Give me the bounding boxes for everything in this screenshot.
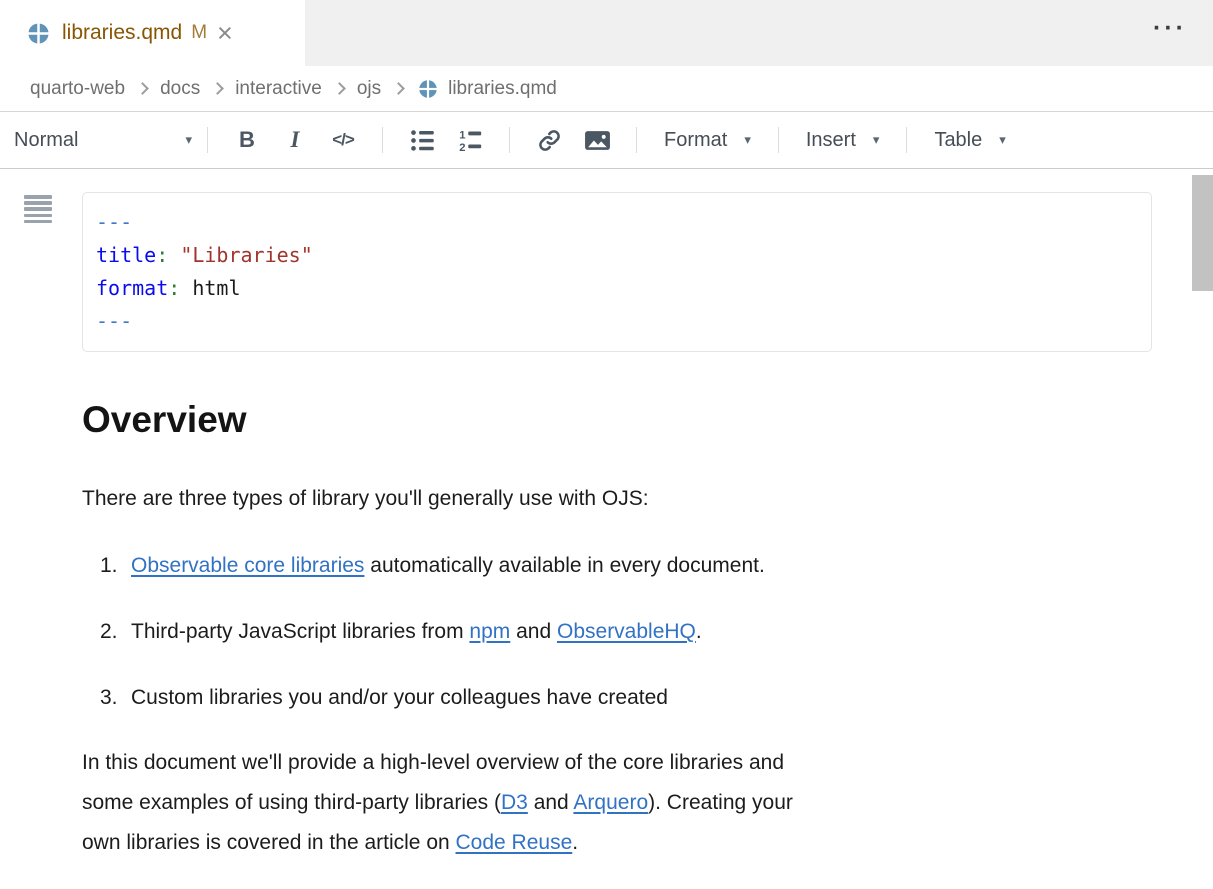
link-observablehq[interactable]: ObservableHQ	[557, 620, 696, 643]
chevron-down-icon: ▾	[185, 132, 192, 148]
breadcrumb: quarto-web docs interactive ojs libraries.qm…	[0, 66, 1213, 112]
editor-window: libraries.qmd M × ··· quarto-web docs inte…	[0, 0, 1213, 889]
paragraph-line: own libraries is covered in the article …	[82, 823, 1131, 863]
text-run: own libraries is covered in the article …	[82, 831, 456, 854]
code-line: ---	[96, 206, 1151, 239]
block-drag-handle-icon[interactable]	[24, 195, 52, 226]
modified-badge: M	[191, 22, 207, 44]
paragraph-style-select[interactable]: Normal ▾	[14, 129, 192, 152]
paragraph-line: some examples of using third-party libra…	[82, 783, 1131, 823]
toolbar-separator	[382, 127, 383, 153]
insert-menu[interactable]: Insert ▾	[806, 129, 880, 152]
list-item-number: 3.	[100, 684, 131, 712]
list-item-number: 1.	[100, 552, 131, 580]
breadcrumb-item-docs[interactable]: docs	[160, 78, 200, 100]
breadcrumb-item-libraries-qmd[interactable]: libraries.qmd	[448, 78, 557, 100]
toolbar-separator	[778, 127, 779, 153]
bullet-list-button[interactable]	[406, 127, 438, 154]
image-icon	[583, 128, 612, 153]
numbered-list: 1.Observable core libraries automaticall…	[0, 552, 1213, 712]
list-item: 3.Custom libraries you and/or your colle…	[100, 684, 1213, 712]
text-run: some examples of using third-party libra…	[82, 791, 501, 814]
inline-code-button[interactable]: </>	[327, 130, 359, 150]
chevron-right-icon	[333, 82, 346, 95]
paragraph-style-value: Normal	[14, 129, 78, 152]
list-item: 1.Observable core libraries automaticall…	[100, 552, 1213, 580]
toolbar-separator	[636, 127, 637, 153]
breadcrumb-item-ojs[interactable]: ojs	[357, 78, 381, 100]
list-item: 2.Third-party JavaScript libraries from …	[100, 618, 1213, 646]
closing-paragraph: In this document we'll provide a high-le…	[82, 743, 1131, 863]
link-arquero[interactable]: Arquero	[573, 791, 648, 814]
insert-image-button[interactable]	[581, 128, 613, 153]
vertical-scrollbar-thumb[interactable]	[1192, 175, 1213, 291]
text-run: ). Creating your	[648, 791, 793, 814]
bold-button[interactable]: B	[231, 127, 263, 153]
toolbar-separator	[509, 127, 510, 153]
svg-text:2: 2	[459, 142, 465, 154]
breadcrumb-item-quarto-web[interactable]: quarto-web	[30, 78, 125, 100]
formatting-toolbar: Normal ▾ B I </> 1 2	[0, 112, 1213, 169]
link-code-reuse[interactable]: Code Reuse	[456, 831, 573, 854]
numbered-list-button[interactable]: 1 2	[454, 127, 486, 154]
quarto-icon	[27, 22, 50, 45]
chevron-right-icon	[392, 82, 405, 95]
text-run: Third-party JavaScript libraries from	[131, 620, 469, 643]
toolbar-separator	[906, 127, 907, 153]
text-run: In this document we'll provide a high-le…	[82, 751, 784, 774]
yaml-front-matter-block[interactable]: ---title: "Libraries"format: html---	[82, 192, 1152, 352]
chevron-right-icon	[136, 82, 149, 95]
breadcrumb-item-interactive[interactable]: interactive	[235, 78, 322, 100]
insert-link-button[interactable]	[533, 127, 565, 154]
code-line: title: "Libraries"	[96, 239, 1151, 272]
visual-editor-content[interactable]: ---title: "Libraries"format: html--- Ove…	[0, 169, 1213, 887]
tab-filename: libraries.qmd	[62, 21, 182, 45]
insert-menu-label: Insert	[806, 129, 856, 152]
list-item-number: 2.	[100, 618, 131, 646]
more-actions-icon[interactable]: ···	[1153, 14, 1187, 43]
quarto-icon	[418, 79, 438, 99]
format-menu[interactable]: Format ▾	[664, 129, 751, 152]
text-run: and	[510, 620, 557, 643]
intro-paragraph: There are three types of library you'll …	[82, 485, 1131, 513]
table-menu[interactable]: Table ▾	[934, 129, 1005, 152]
close-icon[interactable]: ×	[217, 20, 233, 47]
code-line: ---	[96, 305, 1151, 338]
table-menu-label: Table	[934, 129, 982, 152]
format-menu-label: Format	[664, 129, 727, 152]
tab-bar: libraries.qmd M × ···	[0, 0, 1213, 66]
chevron-right-icon	[211, 82, 224, 95]
chevron-down-icon: ▾	[999, 132, 1006, 148]
text-run: .	[696, 620, 702, 643]
list-item-text: Custom libraries you and/or your colleag…	[131, 684, 668, 712]
toolbar-separator	[207, 127, 208, 153]
numbered-list-icon: 1 2	[457, 127, 484, 154]
text-run: automatically available in every documen…	[364, 554, 764, 577]
italic-button[interactable]: I	[279, 127, 311, 153]
link-d3[interactable]: D3	[501, 791, 528, 814]
link-observable-core-libraries[interactable]: Observable core libraries	[131, 554, 364, 577]
quarto-file-icon	[27, 22, 50, 45]
text-run: Custom libraries you and/or your colleag…	[131, 686, 668, 709]
list-item-text: Observable core libraries automatically …	[131, 552, 765, 580]
text-run: .	[572, 831, 578, 854]
chevron-down-icon: ▾	[744, 132, 751, 148]
code-line: format: html	[96, 272, 1151, 305]
list-item-text: Third-party JavaScript libraries from np…	[131, 618, 702, 646]
svg-text:1: 1	[459, 129, 465, 141]
link-icon	[536, 127, 563, 154]
paragraph-line: In this document we'll provide a high-le…	[82, 743, 1131, 783]
tab-libraries-qmd[interactable]: libraries.qmd M ×	[0, 0, 305, 66]
text-run: and	[528, 791, 574, 814]
heading-overview: Overview	[82, 399, 1213, 441]
link-npm[interactable]: npm	[469, 620, 510, 643]
bullet-list-icon	[409, 127, 436, 154]
chevron-down-icon: ▾	[873, 132, 880, 148]
